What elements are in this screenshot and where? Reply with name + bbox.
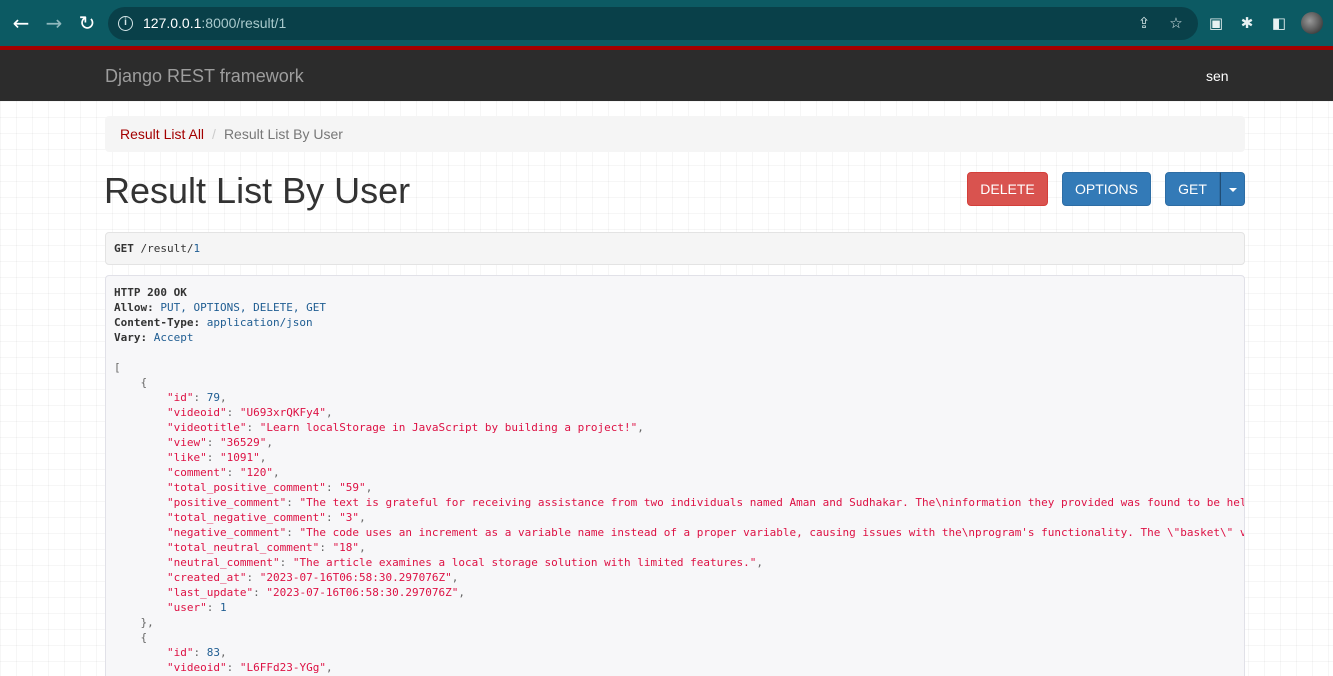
json-field: "neutral_comment": "The article examines…: [166, 556, 764, 569]
navbar-user-menu[interactable]: sen: [1206, 68, 1229, 84]
json-field: "id": 83,: [166, 646, 227, 659]
response-header: Content-Type: application/json: [114, 316, 313, 329]
address-url[interactable]: 127.0.0.1:8000/result/1: [143, 15, 286, 31]
browser-toolbar: ← → ↻ i 127.0.0.1:8000/result/1 ⇪ ☆ ▣ ✱ …: [0, 0, 1333, 46]
json-field: "total_negative_comment": "3",: [166, 511, 366, 524]
json-object-open: {: [114, 376, 148, 389]
navbar-brand[interactable]: Django REST framework: [105, 66, 304, 87]
get-format-dropdown-toggle[interactable]: [1220, 172, 1245, 206]
json-object-open: {: [114, 631, 148, 644]
breadcrumb-active: Result List By User: [223, 126, 343, 142]
extension-chat-icon[interactable]: ▣: [1206, 13, 1226, 33]
request-path: /result/: [140, 242, 194, 255]
extensions-puzzle-icon[interactable]: ✱: [1237, 13, 1257, 33]
bookmark-star-icon[interactable]: ☆: [1166, 13, 1186, 33]
json-array-open: [: [114, 361, 121, 374]
json-object-close: },: [114, 616, 154, 629]
json-field: "comment": "120",: [166, 466, 280, 479]
drf-navbar: Django REST framework sen: [0, 50, 1333, 101]
response-header: Vary: Accept: [114, 331, 194, 344]
json-field: "total_positive_comment": "59",: [166, 481, 373, 494]
json-field: "id": 79,: [166, 391, 227, 404]
profile-avatar[interactable]: [1301, 12, 1323, 34]
forward-arrow-icon[interactable]: →: [42, 11, 66, 35]
breadcrumb-link-result-list-all[interactable]: Result List All: [120, 126, 204, 142]
json-field: "positive_comment": "The text is gratefu…: [166, 496, 1245, 509]
json-field: "negative_comment": "The code uses an in…: [166, 526, 1245, 539]
side-panel-icon[interactable]: ◧: [1269, 13, 1289, 33]
address-bar[interactable]: i 127.0.0.1:8000/result/1 ⇪ ☆: [108, 7, 1198, 40]
back-arrow-icon[interactable]: ←: [9, 11, 33, 35]
json-field: "created_at": "2023-07-16T06:58:30.29707…: [166, 571, 459, 584]
delete-button[interactable]: DELETE: [967, 172, 1048, 206]
reload-icon[interactable]: ↻: [75, 11, 99, 35]
response-status: HTTP 200 OK: [114, 286, 187, 299]
share-icon[interactable]: ⇪: [1134, 13, 1154, 33]
site-info-icon[interactable]: i: [118, 16, 133, 31]
response-header: Allow: PUT, OPTIONS, DELETE, GET: [114, 301, 326, 314]
caret-down-icon: [1228, 188, 1237, 193]
request-method: GET: [114, 242, 134, 255]
response-info: HTTP 200 OK Allow: PUT, OPTIONS, DELETE, …: [105, 275, 1245, 676]
breadcrumb-separator: /: [212, 126, 216, 142]
json-field: "view": "36529",: [166, 436, 273, 449]
json-field: "total_neutral_comment": "18",: [166, 541, 366, 554]
json-field: "user": 1: [166, 601, 227, 614]
request-id: 1: [193, 242, 201, 255]
request-info: GET /result/1: [105, 232, 1245, 265]
json-field: "last_update": "2023-07-16T06:58:30.2970…: [166, 586, 466, 599]
json-field: "videoid": "U693xrQKFy4",: [166, 406, 333, 419]
breadcrumb: Result List All / Result List By User: [105, 116, 1245, 152]
get-button[interactable]: GET: [1165, 172, 1220, 206]
json-field: "like": "1091",: [166, 451, 267, 464]
options-button[interactable]: OPTIONS: [1062, 172, 1151, 206]
json-field: "videoid": "L6FFd23-YGg",: [166, 661, 333, 674]
page-title: Result List By User: [104, 170, 411, 211]
json-field: "videotitle": "Learn localStorage in Jav…: [166, 421, 644, 434]
